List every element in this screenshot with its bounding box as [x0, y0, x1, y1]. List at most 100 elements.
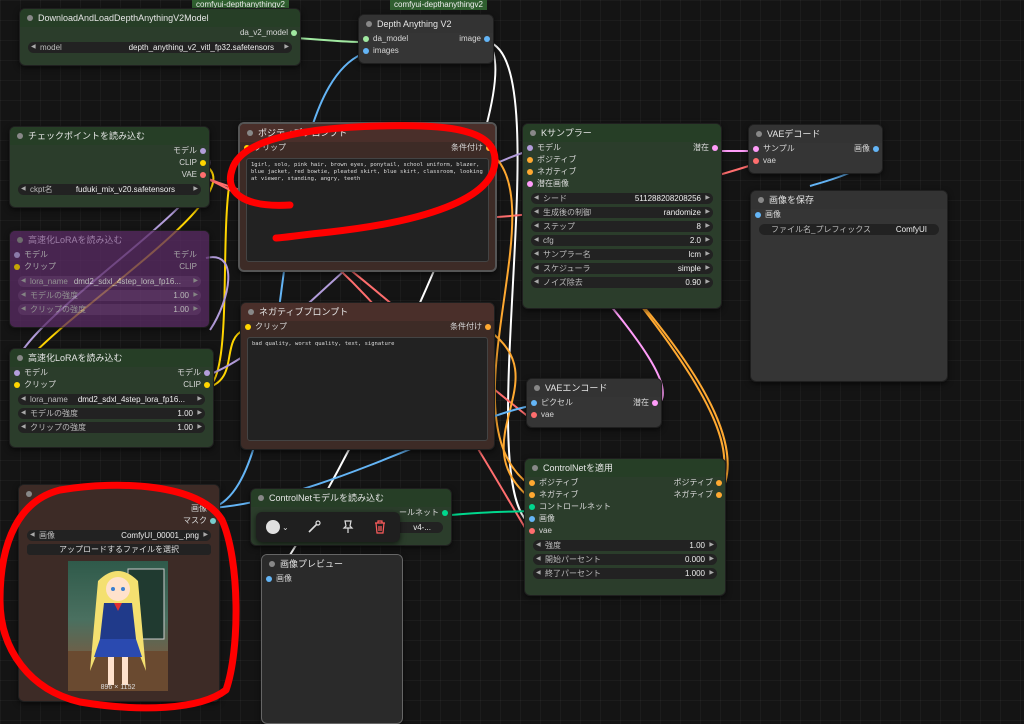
input-dot[interactable]	[363, 48, 369, 54]
input-dot[interactable]	[245, 324, 251, 330]
output-clip[interactable]: CLIP	[10, 157, 209, 169]
ckpt-select[interactable]: ckpt名fuduki_mix_v20.safetensors	[18, 184, 201, 195]
control-after-generate-widget[interactable]: 生成後の制御randomize	[531, 207, 713, 218]
output-image[interactable]: 画像	[19, 503, 219, 515]
end-percent-widget[interactable]: 終了パーセント1.000	[533, 568, 717, 579]
image-select[interactable]: 画像ComfyUI_00001_.png	[27, 530, 211, 541]
input-dot[interactable]	[529, 516, 535, 522]
input-negative[interactable]: ネガティブ	[523, 166, 721, 178]
output-model[interactable]: モデル	[10, 145, 209, 157]
input-model[interactable]: モデル 潜在	[523, 142, 721, 154]
input-positive[interactable]: ポジティブ	[523, 154, 721, 166]
output-dot[interactable]	[712, 145, 718, 151]
output-dot[interactable]	[486, 145, 492, 151]
input-dot[interactable]	[14, 252, 20, 258]
input-dot[interactable]	[527, 169, 533, 175]
cfg-widget[interactable]: cfg2.0	[531, 235, 713, 246]
input-dot[interactable]	[14, 370, 20, 376]
input-dot[interactable]	[527, 145, 533, 151]
input-images[interactable]: 画像	[751, 209, 947, 221]
node-ksampler[interactable]: Kサンプラー モデル潜在 ポジティブ ネガティブ 潜在画像 シード5112882…	[522, 123, 722, 309]
node-download-depth-model[interactable]: DownloadAndLoadDepthAnythingV2Model da_v…	[19, 8, 301, 66]
negative-prompt-text[interactable]: bad quality, worst quality, text, signat…	[247, 337, 488, 441]
model-strength[interactable]: モデルの強度1.00	[18, 408, 205, 419]
node-image-preview[interactable]: 画像プレビュー 画像	[261, 554, 403, 724]
input-dot[interactable]	[529, 528, 535, 534]
node-checkpoint-loader[interactable]: チェックポイントを読み込む モデル CLIP VAE ckpt名fuduki_m…	[9, 126, 210, 208]
input-clip[interactable]: クリップ 条件付け	[241, 321, 494, 333]
output-dot[interactable]	[716, 492, 722, 498]
output-da-v2-model[interactable]: da_v2_model	[20, 27, 300, 39]
input-dot[interactable]	[527, 157, 533, 163]
lora-name-select[interactable]: lora_namedmd2_sdxl_4step_lora_fp16...	[18, 394, 205, 405]
input-vae[interactable]: vae	[749, 155, 882, 167]
input-dot[interactable]	[244, 145, 250, 151]
denoise-widget[interactable]: ノイズ除去0.90	[531, 277, 713, 288]
input-dot[interactable]	[529, 504, 535, 510]
scheduler-widget[interactable]: スケジューラsimple	[531, 263, 713, 274]
input-clip[interactable]: クリップ CLIP	[10, 379, 213, 391]
seed-widget[interactable]: シード511288208208256	[531, 193, 713, 204]
output-dot[interactable]	[485, 324, 491, 330]
input-latent[interactable]: 潜在画像	[523, 178, 721, 190]
delete-icon[interactable]	[372, 519, 388, 535]
node-lora-bypassed[interactable]: 高速化LoRAを読み込む モデルモデル クリップCLIP lora_namedm…	[9, 230, 210, 328]
output-dot[interactable]	[291, 30, 297, 36]
output-dot[interactable]	[484, 36, 490, 42]
input-dot[interactable]	[14, 382, 20, 388]
node-positive-prompt[interactable]: ポジティブプロンプト クリップ 条件付け 1girl, solo, pink ha…	[238, 122, 497, 272]
clip-strength[interactable]: クリップの強度1.00	[18, 304, 201, 315]
start-percent-widget[interactable]: 開始パーセント0.000	[533, 554, 717, 565]
input-dot[interactable]	[529, 480, 535, 486]
input-vae[interactable]: vae	[525, 525, 725, 537]
output-vae[interactable]: VAE	[10, 169, 209, 181]
node-lora-loader[interactable]: 高速化LoRAを読み込む モデルモデル クリップCLIP lora_namedm…	[9, 348, 214, 448]
input-dot[interactable]	[531, 400, 537, 406]
output-dot[interactable]	[210, 506, 216, 512]
input-dot[interactable]	[755, 212, 761, 218]
model-select[interactable]: modeldepth_anything_v2_vitl_fp32.safeten…	[28, 42, 292, 53]
input-dot[interactable]	[529, 492, 535, 498]
input-positive[interactable]: ポジティブ ポジティブ	[525, 477, 725, 489]
output-dot[interactable]	[716, 480, 722, 486]
input-dot[interactable]	[753, 158, 759, 164]
input-images[interactable]: images	[359, 45, 493, 57]
input-dot[interactable]	[753, 146, 759, 152]
input-dot[interactable]	[14, 264, 20, 270]
output-dot[interactable]	[652, 400, 658, 406]
input-dot[interactable]	[266, 576, 272, 582]
input-vae[interactable]: vae	[527, 409, 661, 421]
input-model[interactable]: モデル モデル	[10, 367, 213, 379]
output-dot[interactable]	[200, 160, 206, 166]
steps-widget[interactable]: ステップ8	[531, 221, 713, 232]
output-dot[interactable]	[442, 510, 448, 516]
node-controlnet-apply[interactable]: ControlNetを適用 ポジティブ ポジティブ ネガティブ ネガティブ コントロ…	[524, 458, 726, 596]
input-model[interactable]: モデル モデル	[10, 249, 209, 261]
clip-strength[interactable]: クリップの強度1.00	[18, 422, 205, 433]
node-negative-prompt[interactable]: ネガティブプロンプト クリップ 条件付け bad quality, worst q…	[240, 302, 495, 450]
color-picker-button[interactable]: ⌄	[266, 519, 289, 535]
output-dot[interactable]	[204, 370, 210, 376]
input-clip[interactable]: クリップ CLIP	[10, 261, 209, 273]
input-samples[interactable]: サンプル 画像	[749, 143, 882, 155]
input-image[interactable]: 画像	[525, 513, 725, 525]
input-clip[interactable]: クリップ 条件付け	[240, 142, 495, 154]
input-negative[interactable]: ネガティブ ネガティブ	[525, 489, 725, 501]
node-load-image[interactable]: 画像 マスク 画像ComfyUI_00001_.png アップロードするファイル…	[18, 484, 220, 702]
input-control-net[interactable]: コントロールネット	[525, 501, 725, 513]
model-strength[interactable]: モデルの強度1.00	[18, 290, 201, 301]
bypass-icon[interactable]	[306, 519, 322, 535]
input-da-model[interactable]: da_model image	[359, 33, 493, 45]
output-dot[interactable]	[210, 518, 216, 524]
upload-button[interactable]: アップロードするファイルを選択	[27, 544, 211, 555]
output-dot[interactable]	[873, 146, 879, 152]
input-dot[interactable]	[527, 181, 533, 187]
output-dot[interactable]	[204, 382, 210, 388]
node-depth-anything[interactable]: Depth Anything V2 da_model image images	[358, 14, 494, 64]
node-vae-encode[interactable]: VAEエンコード ピクセル 潜在 vae	[526, 378, 662, 428]
node-save-image[interactable]: 画像を保存 画像 ファイル名_プレフィックス ComfyUI	[750, 190, 948, 382]
pin-icon[interactable]	[340, 519, 356, 535]
output-mask[interactable]: マスク	[19, 515, 219, 527]
filename-prefix-input[interactable]: ファイル名_プレフィックス ComfyUI	[759, 224, 939, 235]
input-dot[interactable]	[363, 36, 369, 42]
